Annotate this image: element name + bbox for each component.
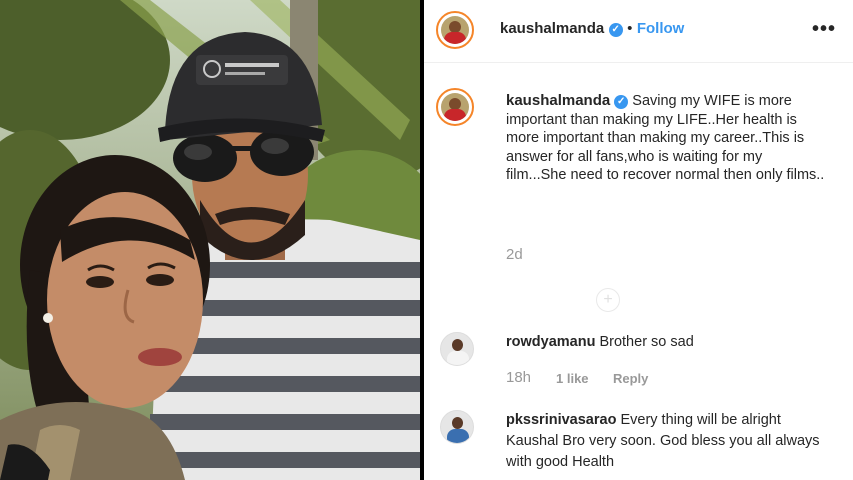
comment-avatar[interactable] — [440, 332, 474, 366]
comment-username[interactable]: rowdyamanu — [506, 334, 595, 350]
load-more-comments-icon[interactable]: + — [596, 288, 620, 312]
post-timestamp[interactable]: 2d — [506, 246, 523, 263]
comment-item: rowdyamanu Brother so sad — [506, 332, 826, 353]
comment-reply-button[interactable]: Reply — [613, 371, 648, 386]
post-photo — [0, 0, 420, 480]
more-options-icon[interactable]: ••• — [812, 18, 836, 41]
couple-selfie-image — [0, 0, 420, 480]
comment-timestamp[interactable]: 18h — [506, 369, 531, 386]
post-caption: kaushalmanda ✓ Saving my WIFE is more im… — [506, 92, 826, 185]
verified-badge-icon: ✓ — [614, 95, 629, 109]
post-side-panel: kaushalmanda ✓ • Follow ••• kaushalmanda… — [424, 0, 853, 480]
post-header: kaushalmanda ✓ • Follow ••• — [424, 0, 853, 63]
instagram-post-screenshot: kaushalmanda ✓ • Follow ••• kaushalmanda… — [0, 0, 853, 480]
caption-author-avatar[interactable] — [436, 88, 474, 126]
comment-avatar[interactable] — [440, 410, 474, 444]
author-avatar[interactable] — [436, 11, 474, 49]
comment-item: pkssrinivasarao Every thing will be alri… — [506, 410, 826, 473]
caption-author-username[interactable]: kaushalmanda — [506, 92, 610, 109]
verified-badge-icon: ✓ — [608, 23, 623, 37]
comment-username[interactable]: pkssrinivasarao — [506, 412, 616, 428]
comment-text: Brother so sad — [599, 334, 694, 350]
author-username[interactable]: kaushalmanda — [500, 20, 604, 37]
comment-like-count[interactable]: 1 like — [556, 371, 589, 386]
follow-button[interactable]: Follow — [637, 20, 685, 37]
header-separator: • — [627, 20, 633, 37]
